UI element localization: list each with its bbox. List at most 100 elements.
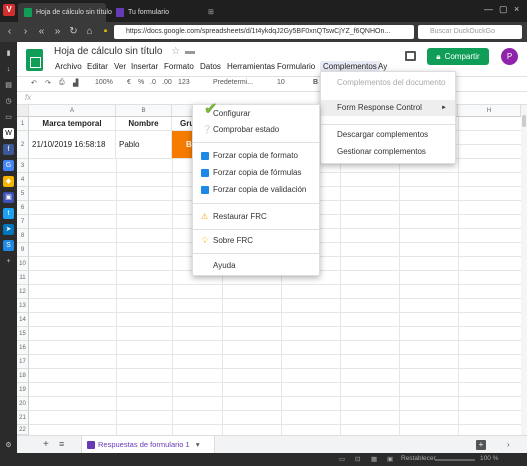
- row-header[interactable]: 8: [17, 229, 29, 243]
- menu-item-forzar-formato[interactable]: Forzar copia de formato: [201, 151, 298, 160]
- facebook-icon[interactable]: f: [3, 144, 14, 155]
- increase-decimals-button[interactable]: .00: [162, 79, 172, 86]
- percent-button[interactable]: %: [138, 79, 144, 86]
- menu-formulario[interactable]: Formulario: [274, 61, 318, 72]
- page-actions-icon[interactable]: ▭: [339, 455, 345, 463]
- sheets-logo-icon[interactable]: [26, 49, 43, 71]
- comments-icon[interactable]: [405, 51, 416, 61]
- decrease-decimals-button[interactable]: .0: [150, 79, 156, 86]
- explore-icon[interactable]: +: [476, 440, 486, 450]
- cell-a1[interactable]: Marca temporal: [29, 117, 116, 131]
- star-icon[interactable]: ☆: [171, 46, 180, 57]
- downloads-icon[interactable]: ↓: [3, 64, 14, 75]
- fast-forward-icon[interactable]: »: [51, 25, 64, 38]
- menu-item-form-response-control[interactable]: Form Response Control ►: [321, 100, 455, 116]
- menu-ver[interactable]: Ver: [111, 61, 129, 72]
- row-header[interactable]: 10: [17, 257, 29, 271]
- menu-item-gestionar-complementos[interactable]: Gestionar complementos: [337, 147, 426, 156]
- google-icon[interactable]: G: [3, 160, 14, 171]
- window-panel-icon[interactable]: ▭: [3, 112, 14, 123]
- menu-item-configurar[interactable]: ✔ Configurar: [204, 101, 250, 118]
- zoom-select[interactable]: 100%: [95, 79, 113, 86]
- row-header[interactable]: 16: [17, 341, 29, 355]
- contacts-icon[interactable]: ▣: [3, 192, 14, 203]
- share-button[interactable]: 🔒︎ Compartir: [427, 48, 489, 65]
- menu-item-ayuda[interactable]: Ayuda: [213, 261, 236, 270]
- menu-item-sobre-frc[interactable]: 💡︎ Sobre FRC: [202, 236, 253, 245]
- redo-icon[interactable]: ↷: [45, 79, 51, 87]
- tab-form[interactable]: Tu formulario: [110, 3, 200, 22]
- new-tab-button[interactable]: ⊞: [204, 3, 220, 22]
- row-header[interactable]: 15: [17, 327, 29, 341]
- cell-a2[interactable]: 21/10/2019 16:58:18: [29, 131, 116, 159]
- row-header[interactable]: 11: [17, 271, 29, 285]
- document-title[interactable]: Hoja de cálculo sin título ☆ ▬: [54, 46, 195, 57]
- add-sheet-button[interactable]: +: [43, 439, 49, 450]
- screenshot-icon[interactable]: ⊡: [355, 455, 360, 463]
- menu-item-comprobar-estado[interactable]: ❔ Comprobar estado: [202, 125, 279, 134]
- collapse-icon[interactable]: ›: [507, 440, 510, 449]
- menu-datos[interactable]: Datos: [197, 61, 224, 72]
- row-header[interactable]: 21: [17, 411, 29, 425]
- skype-icon[interactable]: S: [3, 240, 14, 251]
- menu-item-restaurar-frc[interactable]: ⚠ Restaurar FRC: [201, 212, 267, 221]
- cell-b1[interactable]: Nombre: [116, 117, 172, 131]
- notes-icon[interactable]: ▤: [3, 80, 14, 91]
- folder-icon[interactable]: ▬: [185, 46, 195, 57]
- forward-icon[interactable]: ›: [19, 25, 32, 38]
- menu-insertar[interactable]: Insertar: [128, 61, 161, 72]
- tab-spreadsheet[interactable]: Hoja de cálculo sin título×: [18, 3, 122, 22]
- vivaldi-menu-icon[interactable]: V: [3, 4, 15, 16]
- reset-label[interactable]: Restablecer: [401, 455, 436, 462]
- row-header[interactable]: 18: [17, 369, 29, 383]
- row-header[interactable]: 9: [17, 243, 29, 257]
- row-header[interactable]: 6: [17, 201, 29, 215]
- row-header[interactable]: 4: [17, 173, 29, 187]
- images-icon[interactable]: ▣: [387, 455, 393, 463]
- menu-formato[interactable]: Formato: [161, 61, 197, 72]
- zoom-slider[interactable]: [435, 459, 475, 461]
- tiling-icon[interactable]: ▦: [371, 455, 377, 463]
- font-size-select[interactable]: 10: [277, 79, 285, 86]
- home-icon[interactable]: ⌂: [83, 25, 96, 38]
- scrollbar-thumb[interactable]: [522, 115, 526, 127]
- avatar[interactable]: P: [501, 48, 518, 65]
- settings-gear-icon[interactable]: ⚙: [3, 440, 14, 451]
- minimize-icon[interactable]: —: [484, 4, 493, 14]
- history-icon[interactable]: ◷: [3, 96, 14, 107]
- search-field[interactable]: Buscar DuckDuckGo: [418, 25, 522, 39]
- row-header[interactable]: 12: [17, 285, 29, 299]
- back-icon[interactable]: ‹: [3, 25, 16, 38]
- menu-item-forzar-formulas[interactable]: Forzar copia de fórmulas: [201, 168, 301, 177]
- rewind-icon[interactable]: «: [35, 25, 48, 38]
- select-all-corner[interactable]: [17, 105, 29, 117]
- telegram-icon[interactable]: ➤: [3, 224, 14, 235]
- row-header[interactable]: 14: [17, 313, 29, 327]
- print-icon[interactable]: ⎙: [59, 79, 65, 87]
- twitter-icon[interactable]: t: [3, 208, 14, 219]
- maximize-icon[interactable]: ▢: [499, 4, 508, 15]
- bold-button[interactable]: B: [313, 79, 318, 86]
- sheet-tab-respuestas[interactable]: Respuestas de formulario 1 ▾: [81, 436, 215, 453]
- keep-icon[interactable]: ◆: [3, 176, 14, 187]
- row-header[interactable]: 17: [17, 355, 29, 369]
- reload-icon[interactable]: ↻: [67, 25, 80, 38]
- cell-b2[interactable]: Pablo: [116, 131, 172, 159]
- column-header[interactable]: H: [458, 105, 521, 117]
- row-header[interactable]: 3: [17, 159, 29, 173]
- paint-format-icon[interactable]: ▟: [73, 79, 78, 87]
- vertical-scrollbar[interactable]: [521, 105, 527, 435]
- row-header[interactable]: 20: [17, 397, 29, 411]
- undo-icon[interactable]: ↶: [31, 79, 37, 87]
- row-header[interactable]: 19: [17, 383, 29, 397]
- url-field[interactable]: https://docs.google.com/spreadsheets/d/1…: [114, 25, 414, 39]
- menu-herramientas[interactable]: Herramientas: [224, 61, 278, 72]
- row-header[interactable]: 7: [17, 215, 29, 229]
- row-header[interactable]: 22: [17, 425, 29, 435]
- more-formats-button[interactable]: 123: [178, 79, 190, 86]
- wikipedia-icon[interactable]: W: [3, 128, 14, 139]
- bookmarks-icon[interactable]: ▮: [3, 48, 14, 59]
- close-window-icon[interactable]: ×: [514, 4, 519, 14]
- menu-editar[interactable]: Editar: [84, 61, 111, 72]
- all-sheets-button[interactable]: ≡: [59, 439, 64, 449]
